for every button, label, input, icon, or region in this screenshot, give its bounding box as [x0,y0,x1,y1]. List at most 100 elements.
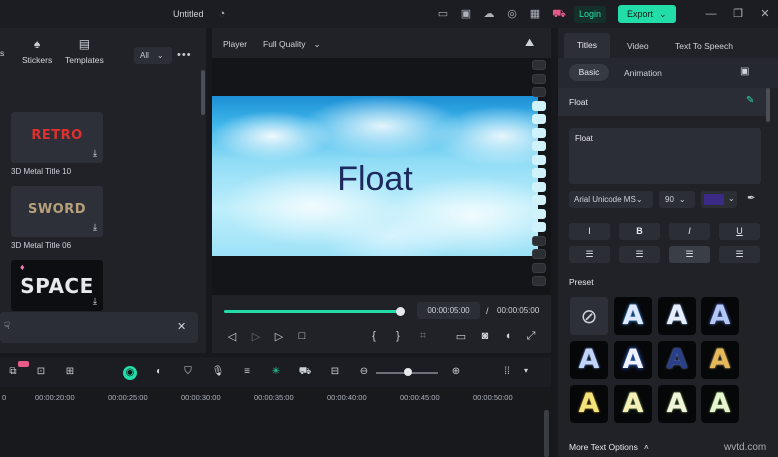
speed-icon[interactable]: ◐ [152,366,166,377]
zoom-out-icon[interactable]: ⊖ [357,366,371,377]
format-label: B [636,226,643,236]
fit-icon[interactable]: ⌗ [416,330,430,343]
mark-in-icon[interactable]: { [367,330,381,342]
cloud-upload-icon[interactable]: ☁ [482,7,496,21]
step-back-icon[interactable]: ◁ [225,330,239,343]
chevron-down-icon[interactable]: ▾ [519,366,533,375]
align-center-button[interactable]: ☰ [619,246,660,263]
italic-button[interactable]: I [669,223,710,240]
video-frame[interactable]: Float [212,96,538,256]
maximize-icon[interactable]: ❐ [731,7,745,21]
save-icon[interactable]: ▣ [459,7,473,21]
display-settings-icon[interactable]: ▭ [454,330,468,343]
translate-icon[interactable]: ⊞ [63,366,77,377]
tab-templates[interactable]: ▤ Templates [65,37,104,65]
preset-item[interactable]: A [701,385,739,423]
subtab-basic[interactable]: Basic [569,64,609,81]
scene-detect-icon[interactable]: ⊡ [34,366,48,377]
filmstrip-frame [532,100,546,111]
bold-button[interactable]: B [619,223,660,240]
ruler-tick: 00:00:20:00 [35,393,75,402]
current-time[interactable]: 00:00:05:00 [417,302,480,319]
close-icon[interactable]: ✕ [177,320,186,333]
microphone-icon[interactable]: 🎙 [211,366,225,377]
preset-item[interactable]: A [614,341,652,379]
chevron-down-icon: ⌄ [678,195,686,204]
headset-icon[interactable]: ◎ [505,7,519,21]
section-header[interactable] [558,88,770,116]
align-justify-button[interactable]: ☰ [719,246,760,263]
more-text-options[interactable]: More Text Options ˄ [569,442,649,452]
login-button[interactable]: Login [574,6,606,23]
more-options-icon[interactable]: ••• [177,49,192,61]
eyedropper-icon[interactable]: ✒ [747,193,755,204]
minimize-icon[interactable]: — [704,7,718,21]
volume-icon[interactable]: ◖ [501,330,515,342]
play-icon[interactable]: ▷ [272,330,286,343]
smart-cut-icon[interactable]: ⧉ [6,366,20,377]
thumbnail-text: SPACE [20,274,94,298]
close-icon[interactable]: ✕ [758,7,772,21]
progress-bar[interactable] [224,310,400,313]
step-forward-icon[interactable]: ▷ [249,330,263,343]
preset-item[interactable]: A [658,341,696,379]
preset-item[interactable]: A [614,385,652,423]
tab-video[interactable]: Video [627,41,649,51]
quality-select[interactable]: Full Quality ⌄ [263,39,321,50]
tab-text-to-speech[interactable]: Text To Speech [675,41,733,51]
display-icon[interactable]: ▭ [436,7,450,21]
font-select[interactable]: Arial Unicode MS⌄ [569,191,653,208]
voiceover-icon[interactable]: ≡ [240,366,254,377]
cart-icon[interactable]: ⛟ [552,7,566,21]
align-left-button[interactable]: ☰ [569,246,610,263]
snapshot-image-icon[interactable]: ⛰ [525,37,534,50]
download-icon[interactable]: ⤓ [93,296,97,307]
preset-item[interactable]: A [570,385,608,423]
ai-icon[interactable]: ◉ [123,366,137,380]
scrollbar[interactable] [201,70,205,115]
zoom-slider-handle[interactable] [404,368,412,376]
underline-button[interactable]: U [719,223,760,240]
subtab-animation[interactable]: Animation [624,68,662,78]
mask-icon[interactable]: ⛉ [181,366,195,377]
title-thumbnail[interactable]: RETRO ⤓ [11,112,103,163]
zoom-in-icon[interactable]: ⊕ [449,366,463,377]
mark-out-icon[interactable]: } [391,330,405,342]
preset-item[interactable]: A [614,297,652,335]
italic-spacing-button[interactable]: I [569,223,610,240]
filter-select[interactable]: All ⌄ [134,47,172,64]
scrollbar[interactable] [766,88,770,122]
title-thumbnail[interactable]: ♦ SPACE ⤓ [11,260,103,311]
tab-partial[interactable]: s [0,48,4,58]
preset-item[interactable]: A [701,297,739,335]
export-button[interactable]: Export ⌄ [618,5,676,23]
preset-item[interactable]: A [658,385,696,423]
title-thumbnail[interactable]: SWORD ⤓ [11,186,103,237]
stop-icon[interactable]: □ [295,330,309,342]
download-icon[interactable]: ⤓ [93,148,97,159]
font-size-select[interactable]: 90 ⌄ [659,191,695,208]
preset-item[interactable]: A [658,297,696,335]
project-status-icon[interactable]: ◔ [215,7,229,21]
download-icon[interactable]: ⤓ [93,222,97,233]
preset-item[interactable]: A [701,341,739,379]
preset-none[interactable]: ⊘ [570,297,608,335]
save-preset-icon[interactable]: ▣ [740,66,749,77]
ai-edit-icon[interactable]: ✎ [746,95,754,106]
camera-icon[interactable]: ◙ [478,330,492,342]
text-input[interactable]: Float [569,128,761,184]
auto-reframe-icon[interactable]: ⛟ [298,366,312,379]
filmstrip-frame [532,114,546,124]
progress-handle[interactable] [396,307,405,316]
tab-titles[interactable]: Titles [564,33,610,58]
align-right-button[interactable]: ☰ [669,246,710,263]
fullscreen-icon[interactable]: ⤢ [524,330,538,343]
scrollbar[interactable] [544,410,549,457]
layout-icon[interactable]: ⁞⁞ [500,366,514,377]
subtitle-icon[interactable]: ⊟ [328,366,342,377]
snap-icon[interactable]: ✳ [269,366,283,377]
preset-item[interactable]: A [570,341,608,379]
grid-icon[interactable]: ▦ [528,7,542,21]
feedback-icon[interactable]: ☟ [4,321,10,332]
tab-stickers[interactable]: ♠ Stickers [22,37,52,65]
